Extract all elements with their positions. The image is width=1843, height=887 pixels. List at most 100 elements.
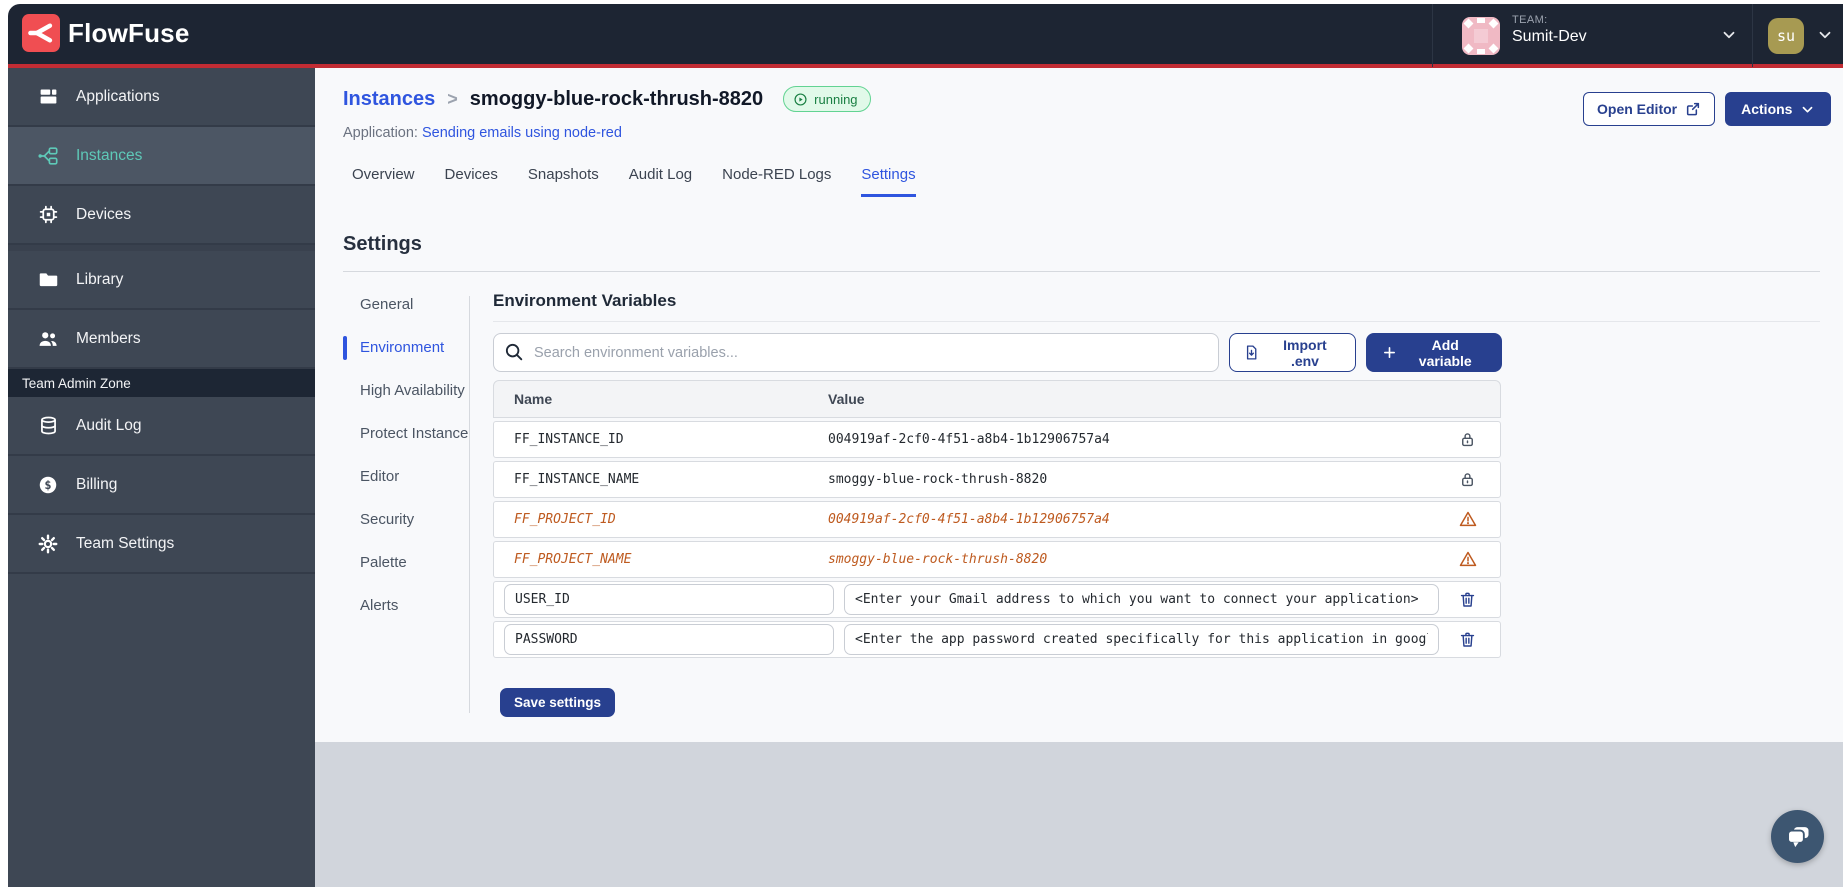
- subnav-high-availability[interactable]: High Availability: [360, 381, 472, 401]
- instance-name: smoggy-blue-rock-thrush-8820: [469, 87, 764, 110]
- brand-name: FlowFuse: [68, 18, 190, 48]
- subnav-palette[interactable]: Palette: [360, 553, 472, 573]
- devices-icon: [36, 203, 60, 227]
- import-env-button[interactable]: Import .env: [1229, 333, 1356, 372]
- chat-launcher-button[interactable]: [1771, 810, 1824, 863]
- env-row: [493, 581, 1501, 618]
- plus-icon: [1382, 345, 1397, 360]
- open-editor-button[interactable]: Open Editor: [1583, 92, 1716, 126]
- sidebar-item-team-settings[interactable]: Team Settings: [8, 515, 315, 574]
- subnav-environment[interactable]: Environment: [343, 336, 472, 360]
- actions-label: Actions: [1741, 101, 1793, 117]
- gear-icon: [36, 532, 60, 556]
- save-settings-label: Save settings: [514, 695, 602, 710]
- tab-snapshots[interactable]: Snapshots: [528, 166, 599, 197]
- users-icon: [36, 327, 60, 351]
- env-row: FF_PROJECT_NAME smoggy-blue-rock-thrush-8…: [493, 541, 1501, 578]
- team-meta: TEAM: Sumit-Dev: [1512, 14, 1587, 46]
- env-var-value: smoggy-blue-rock-thrush-8820: [828, 472, 1048, 487]
- sidebar-item-label: Instances: [76, 146, 143, 164]
- env-value-input[interactable]: [844, 584, 1439, 615]
- vertical-divider: [469, 296, 470, 713]
- folder-icon: [36, 268, 60, 292]
- env-name-input[interactable]: [504, 624, 834, 655]
- warning-icon: [1458, 509, 1478, 529]
- sidebar: Applications Instances Devices Library M…: [8, 68, 315, 887]
- team-admin-zone-label: Team Admin Zone: [8, 369, 315, 397]
- env-var-name: FF_INSTANCE_ID: [514, 432, 624, 447]
- open-editor-label: Open Editor: [1597, 101, 1678, 117]
- sidebar-item-library[interactable]: Library: [8, 251, 315, 310]
- breadcrumb-instances-link[interactable]: Instances: [343, 88, 435, 111]
- env-row: FF_INSTANCE_ID 004919af-2cf0-4f51-a8b4-1b…: [493, 421, 1501, 458]
- env-value-input[interactable]: [844, 624, 1439, 655]
- import-env-label: Import .env: [1283, 336, 1327, 369]
- play-circle-icon: [793, 92, 808, 107]
- team-selector[interactable]: TEAM: Sumit-Dev: [1440, 4, 1758, 67]
- subnav-alerts[interactable]: Alerts: [360, 596, 472, 616]
- instances-icon: [36, 144, 60, 168]
- env-var-name: FF_INSTANCE_NAME: [514, 472, 640, 487]
- save-settings-button[interactable]: Save settings: [500, 688, 616, 717]
- applications-icon: [36, 85, 60, 109]
- tab-settings[interactable]: Settings: [861, 166, 916, 197]
- trash-icon[interactable]: [1458, 630, 1478, 650]
- subnav-general[interactable]: General: [360, 295, 472, 315]
- sidebar-item-instances[interactable]: Instances: [8, 127, 315, 186]
- env-variables-table: Name Value FF_INSTANCE_ID 004919af-2cf0-4…: [493, 380, 1501, 658]
- tab-audit-log[interactable]: Audit Log: [629, 166, 692, 197]
- status-text: running: [814, 91, 858, 107]
- env-var-value: 004919af-2cf0-4f51-a8b4-1b12906757a4: [828, 432, 1110, 447]
- sidebar-item-label: Billing: [76, 475, 118, 493]
- add-variable-button[interactable]: Add variable: [1365, 333, 1502, 372]
- subnav-security[interactable]: Security: [360, 510, 472, 530]
- divider: [493, 321, 1820, 322]
- divider: [343, 271, 1820, 272]
- sidebar-item-applications[interactable]: Applications: [8, 68, 315, 127]
- flowfuse-logo[interactable]: [22, 14, 60, 52]
- team-label: TEAM:: [1512, 14, 1548, 26]
- top-navbar: FlowFuse TEAM: Sumit-Dev su: [8, 4, 1843, 67]
- sidebar-item-devices[interactable]: Devices: [8, 186, 315, 245]
- env-section-title: Environment Variables: [493, 291, 677, 310]
- breadcrumb: Instances > smoggy-blue-rock-thrush-8820…: [343, 86, 871, 112]
- flowfuse-logo-icon: [28, 20, 54, 46]
- import-file-icon: [1243, 344, 1260, 361]
- team-avatar: [1462, 16, 1500, 55]
- env-row: [493, 621, 1501, 658]
- trash-icon[interactable]: [1458, 590, 1478, 610]
- column-header-value: Value: [828, 391, 865, 407]
- column-header-name: Name: [514, 391, 553, 407]
- env-row: FF_PROJECT_ID 004919af-2cf0-4f51-a8b4-1b1…: [493, 501, 1501, 538]
- application-link[interactable]: Sending emails using node-red: [422, 125, 622, 141]
- search-input[interactable]: [493, 333, 1220, 372]
- actions-button[interactable]: Actions: [1725, 92, 1832, 126]
- env-row: FF_INSTANCE_NAME smoggy-blue-rock-thrush-…: [493, 461, 1501, 498]
- env-table-rows: FF_INSTANCE_ID 004919af-2cf0-4f51-a8b4-1b…: [493, 421, 1501, 658]
- search-icon: [503, 341, 525, 363]
- tab-node-red-logs[interactable]: Node-RED Logs: [722, 166, 831, 197]
- footer-area: [315, 742, 1843, 887]
- sidebar-item-billing[interactable]: $ Billing: [8, 456, 315, 515]
- sidebar-item-members[interactable]: Members: [8, 310, 315, 369]
- sidebar-item-label: Members: [76, 329, 141, 347]
- env-name-input[interactable]: [504, 584, 834, 615]
- sidebar-item-label: Applications: [76, 87, 160, 105]
- sidebar-item-audit-log[interactable]: Audit Log: [8, 397, 315, 456]
- navbar-divider: [1432, 4, 1433, 67]
- env-var-value: smoggy-blue-rock-thrush-8820: [828, 552, 1048, 567]
- lock-icon: [1458, 430, 1478, 450]
- flowfuse-app: FlowFuse TEAM: Sumit-Dev su Applications…: [0, 0, 1843, 887]
- navbar-divider: [1752, 4, 1753, 67]
- tab-overview[interactable]: Overview: [352, 166, 415, 197]
- subnav-protect-instance[interactable]: Protect Instance: [360, 424, 472, 444]
- lock-icon: [1458, 470, 1478, 490]
- env-toolbar: Import .env Add variable: [493, 333, 1502, 372]
- application-label: Application:: [343, 125, 418, 141]
- subnav-editor[interactable]: Editor: [360, 467, 472, 487]
- user-menu[interactable]: su: [1760, 4, 1843, 67]
- tab-devices[interactable]: Devices: [445, 166, 498, 197]
- sidebar-item-label: Library: [76, 270, 124, 288]
- settings-subnav: General Environment High Availability Pr…: [343, 295, 472, 616]
- user-avatar: su: [1768, 17, 1804, 54]
